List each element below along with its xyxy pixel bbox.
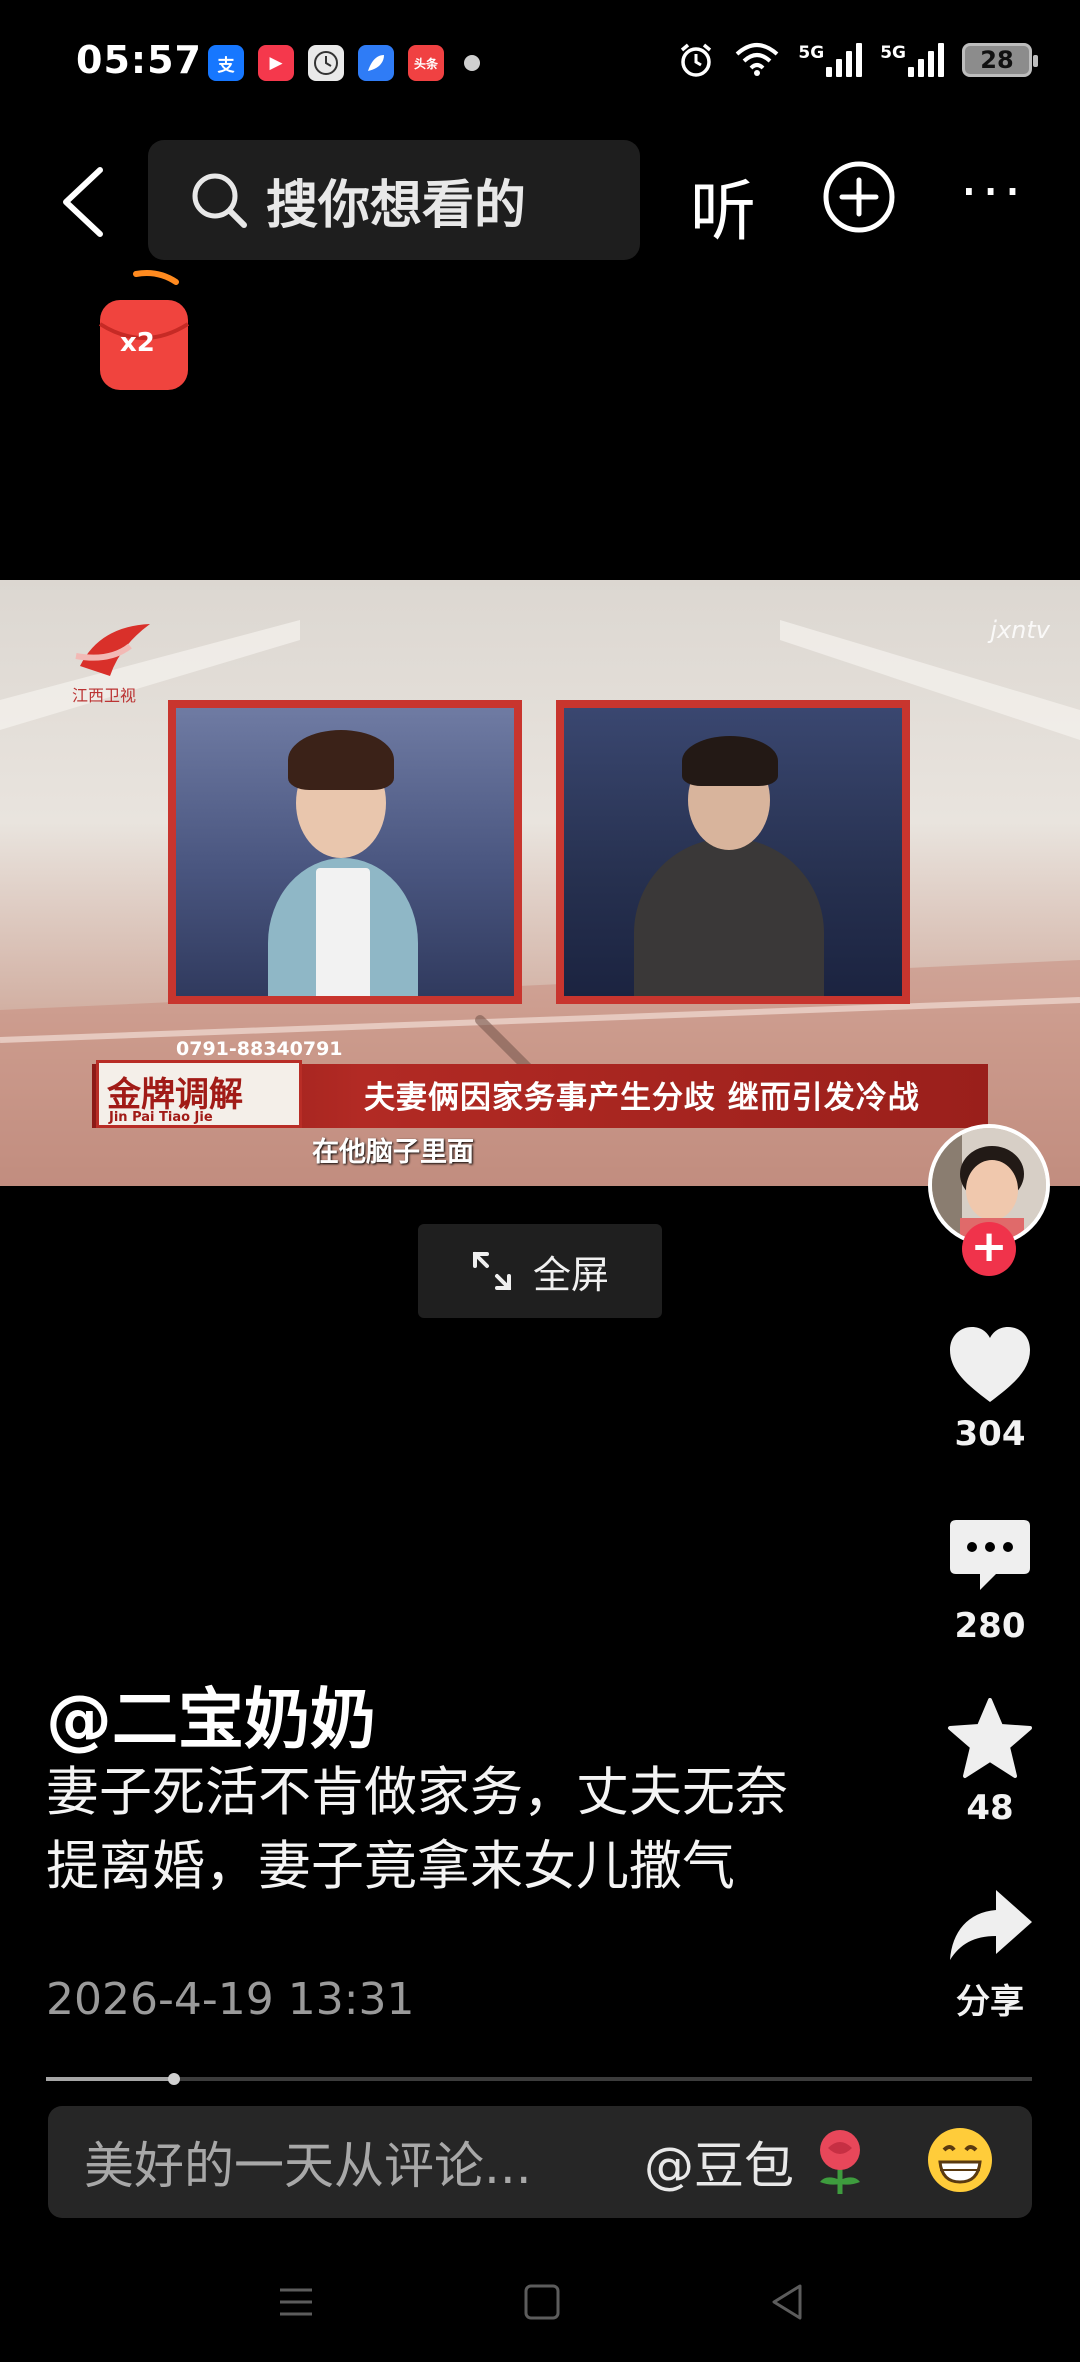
share-arrow-icon (950, 1890, 1032, 1960)
favorite-count: 48 (966, 1788, 1014, 1828)
signal-icon-1: 5G (798, 43, 863, 77)
host-panel (168, 700, 522, 1004)
comment-count: 280 (954, 1606, 1026, 1646)
hotline-number: 0791-88340791 (176, 1038, 343, 1060)
battery-icon: 28 (962, 43, 1038, 77)
video-progress-bar[interactable] (46, 2073, 1032, 2085)
video-app-icon: ▶ (258, 45, 294, 81)
video-subtitle: 在他脑子里面 (312, 1137, 474, 1168)
share-label: 分享 (956, 1982, 1024, 2022)
progress-fill (46, 2077, 175, 2081)
red-packet-reward[interactable]: x2 (96, 268, 196, 398)
guest-panel (556, 700, 910, 1004)
system-nav-bar (0, 2262, 1080, 2362)
wifi-icon (736, 43, 779, 76)
add-button[interactable] (822, 160, 896, 234)
comment-button[interactable]: 280 (940, 1516, 1040, 1646)
expand-icon (472, 1252, 511, 1290)
post-date: 2026-4-19 13:31 (46, 1974, 415, 2025)
fullscreen-label: 全屏 (532, 1252, 609, 1297)
like-count: 304 (954, 1414, 1026, 1454)
share-button[interactable]: 分享 (940, 1884, 1040, 2023)
back-nav-button[interactable] (756, 2272, 816, 2332)
search-bar[interactable]: 搜你想看的 (148, 140, 640, 260)
status-time: 05:57 (76, 38, 202, 82)
more-button[interactable]: ··· (960, 160, 1025, 225)
toutiao-icon: 头条 (408, 45, 444, 81)
home-nav-button[interactable] (512, 2272, 572, 2332)
video-watermark: jxntv (990, 616, 1050, 644)
author-name[interactable]: @二宝奶奶 (46, 1666, 376, 1762)
progress-thumb[interactable] (168, 2073, 181, 2085)
comment-input[interactable]: 美好的一天从评论... (84, 2126, 532, 2198)
search-placeholder: 搜你想看的 (266, 175, 527, 236)
video-caption: 夫妻俩因家务事产生分歧 继而引发冷战 (364, 1080, 920, 1116)
listen-button[interactable]: 听 (690, 158, 756, 254)
rose-emoji-button[interactable] (804, 2124, 876, 2196)
follow-button[interactable]: + (962, 1222, 1016, 1276)
status-indicators: 5G 5G 28 (676, 40, 1038, 80)
menu-nav-button[interactable] (266, 2272, 326, 2332)
red-packet-label: x2 (120, 328, 155, 358)
star-icon (948, 1698, 1032, 1778)
feather-app-icon (358, 45, 394, 81)
channel-logo-text: 江西卫视 (72, 686, 137, 705)
comment-icon (950, 1520, 1030, 1590)
clock-app-icon (308, 45, 344, 81)
video-player[interactable]: 江西卫视 jxntv 0791-88340791 金牌调解 Jin Pai Ti… (0, 580, 1080, 1186)
fullscreen-button[interactable]: 全屏 (418, 1224, 662, 1318)
signal-icon-2: 5G (880, 43, 944, 77)
alarm-icon (681, 43, 712, 77)
search-icon (192, 173, 247, 228)
post-description: 妻子死活不肯做家务，丈夫无奈提离婚，妻子竟拿来女儿撒气 (46, 1762, 788, 1897)
show-brand: 金牌调解 Jin Pai Tiao Jie (96, 1060, 302, 1128)
comment-bar[interactable]: 美好的一天从评论... @豆包 (48, 2106, 1032, 2218)
mention-doubao-button[interactable]: @豆包 (644, 2126, 794, 2198)
back-button[interactable] (50, 164, 120, 240)
heart-icon (950, 1327, 1030, 1402)
favorite-button[interactable]: 48 (940, 1698, 1040, 1828)
alipay-icon: 支 (208, 45, 244, 81)
top-bar: 搜你想看的 听 ··· (0, 140, 1080, 260)
like-button[interactable]: 304 (940, 1324, 1040, 1454)
channel-logo (75, 624, 150, 676)
grin-emoji-button[interactable] (924, 2124, 996, 2196)
status-bar: 05:57 支 ▶ 头条 5G 5G 28 (0, 0, 1080, 130)
more-notifications-dot (464, 55, 480, 71)
notification-apps: 支 ▶ 头条 (208, 45, 480, 81)
